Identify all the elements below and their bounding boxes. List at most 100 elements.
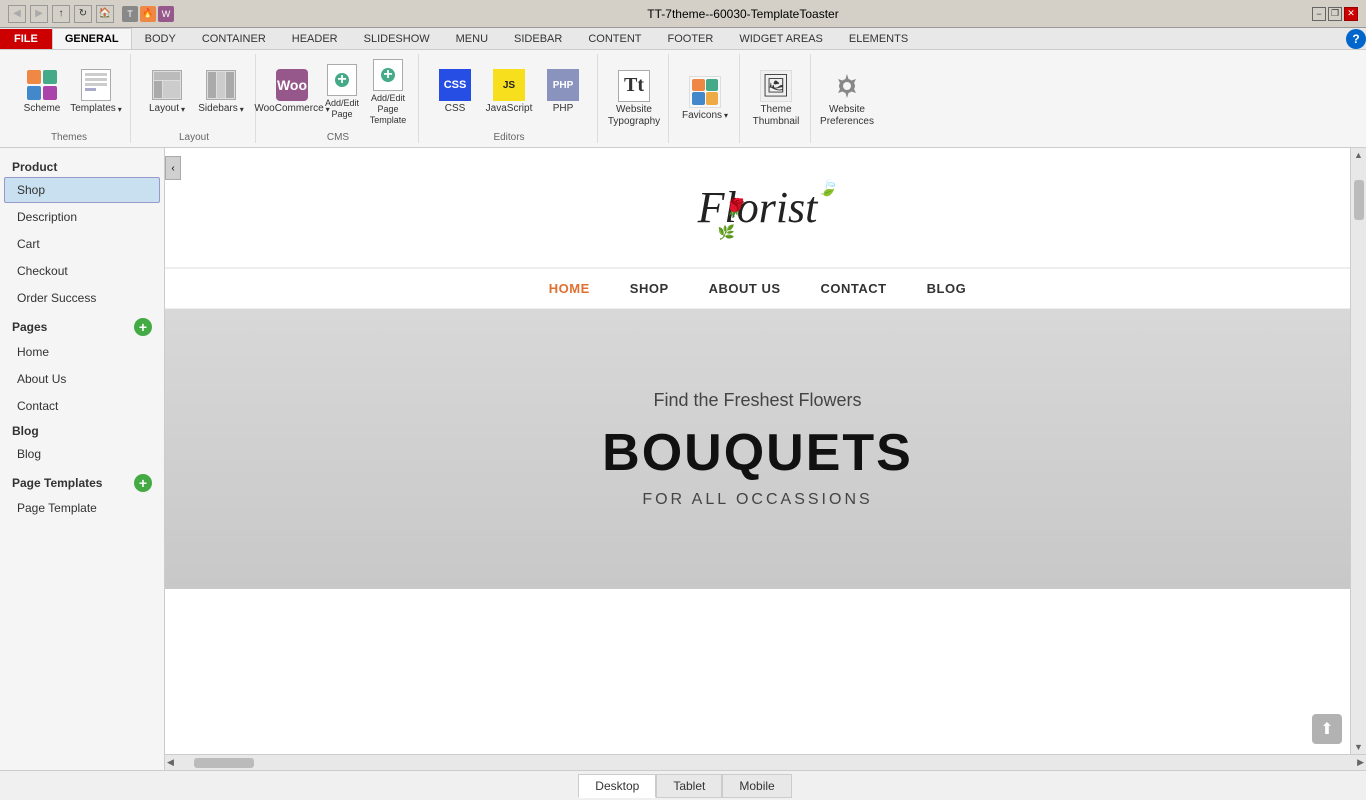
thumbnail-items: 🖼 Theme Thumbnail (750, 54, 802, 143)
section-page-templates-header: Page Templates + (4, 468, 160, 494)
nav-about-us[interactable]: ABOUT US (709, 281, 781, 296)
tab-elements[interactable]: ELEMENTS (836, 28, 921, 49)
sidebar-item-contact[interactable]: Contact (4, 393, 160, 419)
nav-shop[interactable]: SHOP (630, 281, 669, 296)
editors-items: CSS CSS JS JavaScript PHP PHP (429, 54, 589, 130)
scroll-right-arrow[interactable]: ▶ (1357, 757, 1364, 768)
sidebar-item-home[interactable]: Home (4, 339, 160, 365)
scheme-label: Scheme (24, 103, 61, 115)
website-typography-btn[interactable]: Tt Website Typography (608, 65, 660, 133)
scroll-to-top-btn[interactable]: ⬆ (1312, 714, 1342, 744)
sidebar-item-cart[interactable]: Cart (4, 231, 160, 257)
app-icon-woo: W (158, 6, 174, 22)
tab-body[interactable]: BODY (132, 28, 189, 49)
tab-header[interactable]: HEADER (279, 28, 351, 49)
nav-blog[interactable]: BLOG (927, 281, 967, 296)
add-page-btn[interactable]: + (134, 318, 152, 336)
sidebar-item-about-us[interactable]: About Us (4, 366, 160, 392)
sidebar-item-description[interactable]: Description (4, 204, 160, 230)
woo-label-row: WooCommerce ▾ (254, 103, 329, 115)
add-template-btn[interactable]: + (134, 474, 152, 492)
add-edit-page-label: Add/Edit Page (323, 98, 361, 120)
v-scroll-thumb[interactable] (1354, 180, 1364, 220)
woo-logo: Woo (277, 77, 307, 93)
nav-contact[interactable]: CONTACT (821, 281, 887, 296)
ribbon-group-layout: Layout ▾ Sidebars ▾ (133, 54, 256, 143)
tab-file[interactable]: FILE (0, 29, 52, 49)
layout-arrow: ▾ (181, 105, 185, 114)
gear-svg (833, 72, 861, 100)
view-mobile-btn[interactable]: Mobile (722, 774, 791, 798)
ribbon-content: Scheme Templates ▾ (0, 50, 1366, 147)
woocommerce-btn[interactable]: Woo WooCommerce ▾ (266, 62, 318, 122)
scroll-left-arrow[interactable]: ◀ (167, 757, 174, 768)
tab-footer[interactable]: FOOTER (655, 28, 727, 49)
thumbnail-icon: 🖼 (760, 70, 792, 102)
horizontal-scrollbar[interactable]: ◀ ▶ (165, 754, 1366, 770)
tab-slideshow[interactable]: SLIDESHOW (351, 28, 443, 49)
css-btn[interactable]: CSS CSS (429, 62, 481, 122)
add-edit-template-icon: + (372, 59, 404, 91)
scroll-up-arrow[interactable]: ▲ (1354, 150, 1363, 160)
scroll-down-arrow[interactable]: ▼ (1354, 742, 1363, 752)
tab-widget-areas[interactable]: WIDGET AREAS (726, 28, 836, 49)
tab-general[interactable]: GENERAL (52, 28, 132, 49)
templates-line4 (85, 88, 96, 91)
prefs-label: Website Preferences (820, 104, 874, 128)
website-preferences-btn[interactable]: Website Preferences (821, 65, 873, 133)
hero-title: BOUQUETS (602, 423, 913, 483)
layout-label: Layout (149, 103, 179, 115)
nav-forward-btn[interactable]: ▶ (30, 5, 48, 23)
layout-main (163, 81, 180, 98)
restore-btn[interactable]: ❐ (1328, 7, 1342, 21)
css-icon: CSS (439, 69, 471, 101)
sidebar-item-page-template[interactable]: Page Template (4, 495, 160, 521)
add-edit-page-template-btn[interactable]: + Add/Edit Page Template (366, 54, 410, 130)
close-btn[interactable]: ✕ (1344, 7, 1358, 21)
add-edit-page-btn[interactable]: + Add/Edit Page (320, 59, 364, 125)
templates-label: Templates (70, 103, 116, 115)
sidebars-btn[interactable]: Sidebars ▾ (195, 62, 247, 122)
hero-tagline: FOR ALL OCCASSIONS (642, 491, 872, 509)
sidebars-arrow: ▾ (240, 105, 244, 114)
nav-refresh-btn[interactable]: ↻ (74, 5, 92, 23)
collapse-sidebar-btn[interactable]: ‹ (165, 156, 181, 180)
sidebar-item-checkout[interactable]: Checkout (4, 258, 160, 284)
bottom-flower: 🌿 (718, 224, 735, 241)
view-tablet-btn[interactable]: Tablet (656, 774, 722, 798)
php-btn[interactable]: PHP PHP (537, 62, 589, 122)
h-scroll-thumb[interactable] (194, 758, 254, 768)
ribbon-group-cms: Woo WooCommerce ▾ + Add/Edit Page (258, 54, 419, 143)
sidebar-item-blog[interactable]: Blog (4, 441, 160, 467)
scheme-cell-4 (43, 86, 57, 100)
nav-home-btn[interactable]: 🏠 (96, 5, 114, 23)
fav-cell-3 (692, 92, 705, 105)
php-icon: PHP (547, 69, 579, 101)
nav-items: HOME SHOP ABOUT US CONTACT BLOG (165, 281, 1350, 296)
javascript-icon: JS (493, 69, 525, 101)
add-edit-template-label: Add/Edit Page Template (369, 93, 407, 125)
help-btn[interactable]: ? (1346, 29, 1366, 49)
favicons-btn[interactable]: Favicons ▾ (679, 69, 731, 129)
theme-thumbnail-btn[interactable]: 🖼 Theme Thumbnail (750, 65, 802, 133)
nav-up-btn[interactable]: ↑ (52, 5, 70, 23)
vertical-scrollbar[interactable]: ▲ ▼ (1350, 148, 1366, 754)
tab-content[interactable]: CONTENT (575, 28, 654, 49)
templates-btn[interactable]: Templates ▾ (70, 62, 122, 122)
tab-container[interactable]: CONTAINER (189, 28, 279, 49)
javascript-btn[interactable]: JS JavaScript (483, 62, 535, 122)
scheme-btn[interactable]: Scheme (16, 62, 68, 122)
favicons-label-row: Favicons ▾ (682, 110, 728, 122)
woocommerce-icon: Woo (276, 69, 308, 101)
sidebar-item-shop[interactable]: Shop (4, 177, 160, 203)
cms-items: Woo WooCommerce ▾ + Add/Edit Page (266, 54, 410, 130)
layout-btn[interactable]: Layout ▾ (141, 62, 193, 122)
minimize-btn[interactable]: − (1312, 7, 1326, 21)
nav-back-btn[interactable]: ◀ (8, 5, 26, 23)
view-desktop-btn[interactable]: Desktop (578, 774, 656, 798)
section-product-title: Product (4, 156, 160, 176)
tab-menu[interactable]: MENU (443, 28, 501, 49)
tab-sidebar[interactable]: SIDEBAR (501, 28, 575, 49)
nav-home[interactable]: HOME (549, 281, 590, 296)
sidebar-item-order-success[interactable]: Order Success (4, 285, 160, 311)
